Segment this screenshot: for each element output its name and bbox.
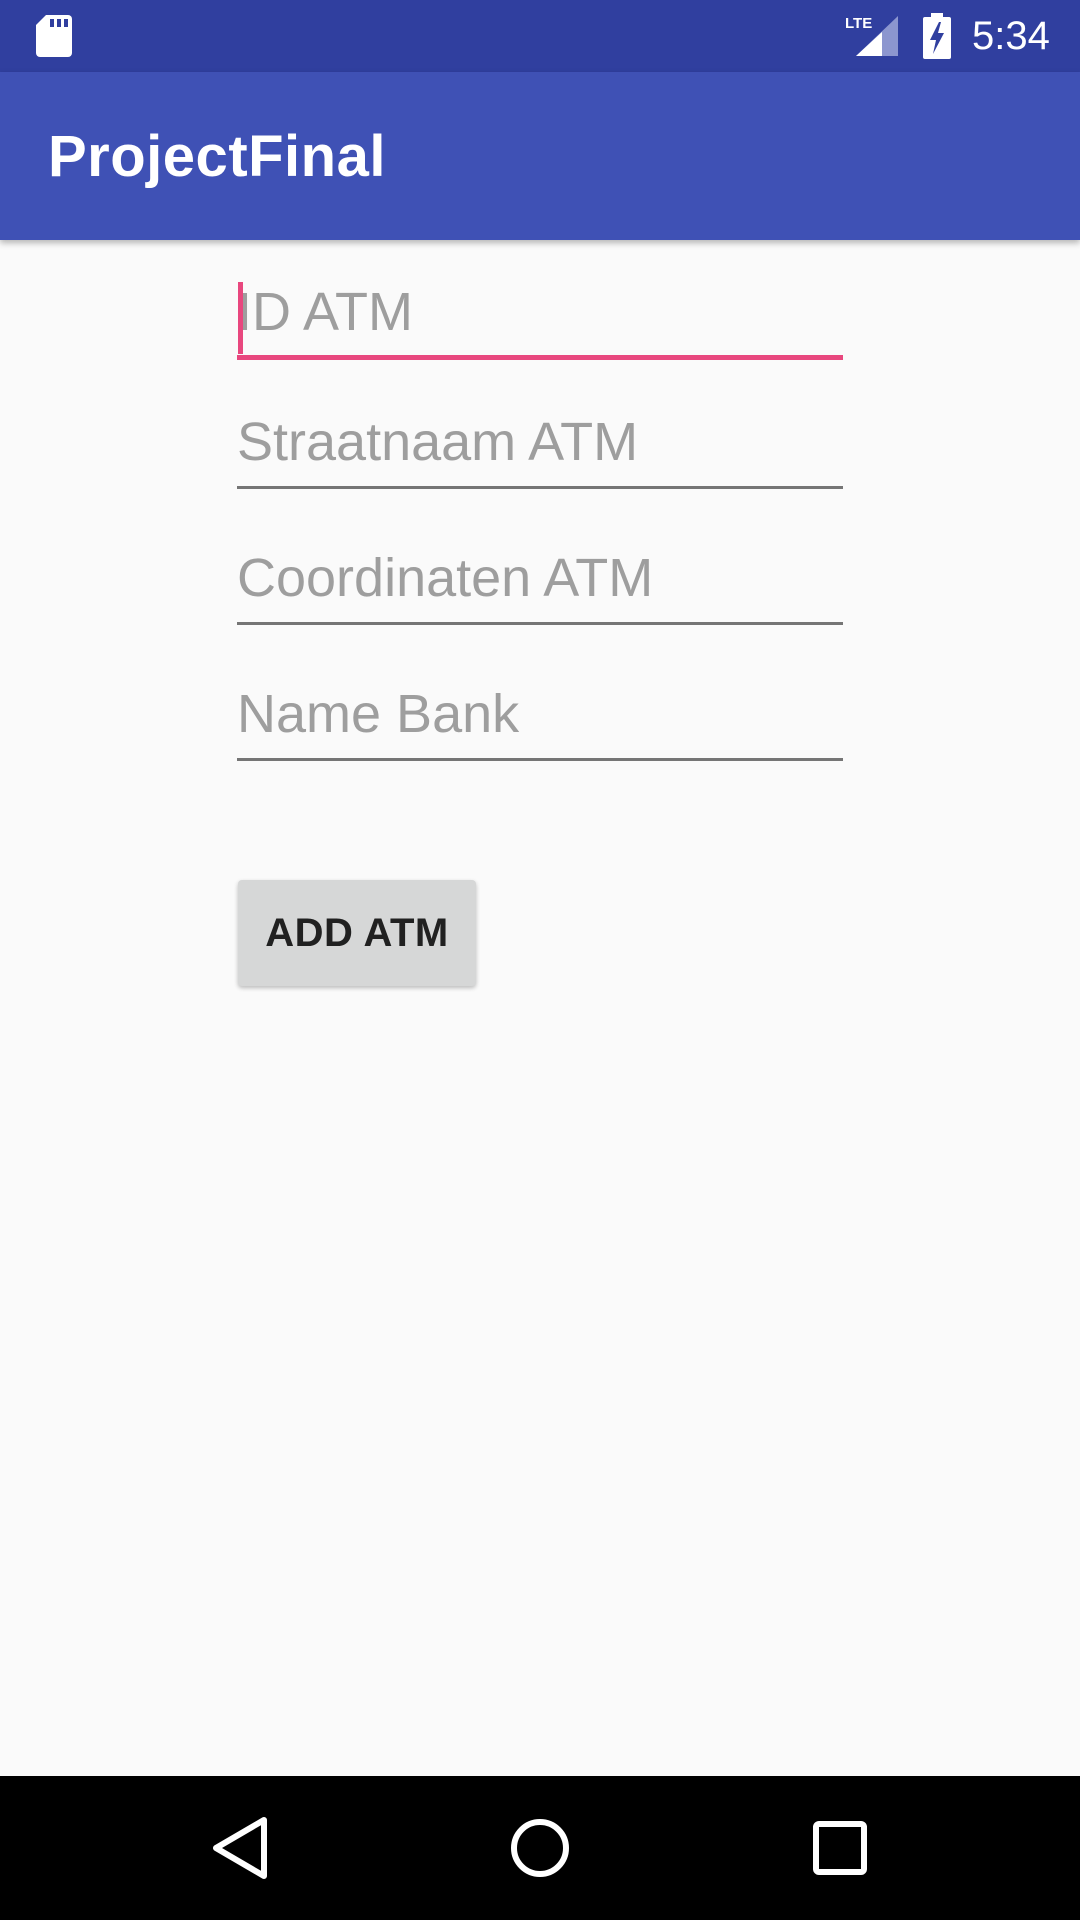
battery-charging-icon xyxy=(923,13,951,59)
id-atm-input[interactable] xyxy=(237,270,843,354)
status-bar: LTE 5:34 xyxy=(0,0,1080,72)
straatnaam-atm-input[interactable] xyxy=(237,400,843,484)
home-icon[interactable] xyxy=(498,1806,582,1890)
coordinaten-atm-input[interactable] xyxy=(237,536,843,620)
back-icon[interactable] xyxy=(198,1806,282,1890)
name-bank-underline xyxy=(237,758,843,761)
text-cursor xyxy=(238,282,243,354)
sd-card-icon xyxy=(36,15,72,57)
straatnaam-atm-underline xyxy=(237,486,843,489)
app-bar: ProjectFinal xyxy=(0,72,1080,240)
id-atm-underline xyxy=(237,355,843,360)
app-title: ProjectFinal xyxy=(48,124,386,189)
name-bank-field[interactable] xyxy=(237,672,843,762)
straatnaam-atm-field[interactable] xyxy=(237,400,843,490)
lte-label: LTE xyxy=(845,15,872,32)
lte-signal-icon: LTE xyxy=(845,15,898,56)
coordinaten-atm-field[interactable] xyxy=(237,536,843,626)
coordinaten-atm-underline xyxy=(237,622,843,625)
name-bank-input[interactable] xyxy=(237,672,843,756)
clock: 5:34 xyxy=(972,14,1050,58)
id-atm-field[interactable] xyxy=(237,270,843,360)
add-atm-button[interactable]: ADD ATM xyxy=(238,880,476,986)
recents-icon[interactable] xyxy=(798,1806,882,1890)
navigation-bar xyxy=(0,1776,1080,1920)
